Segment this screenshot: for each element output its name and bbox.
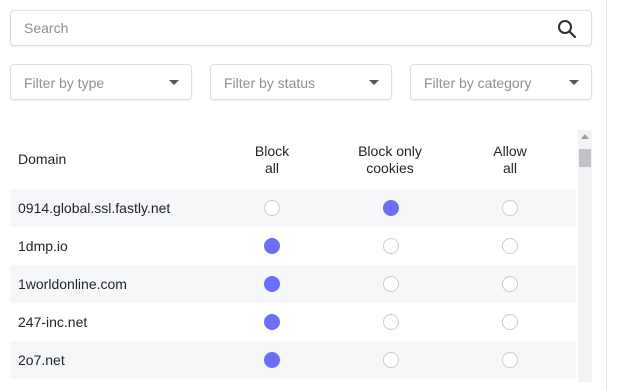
filter-category-label: Filter by category (424, 75, 532, 91)
radio-allow-all[interactable] (502, 314, 518, 330)
radio-block-cookies[interactable] (383, 314, 399, 330)
search-icon[interactable] (557, 19, 577, 39)
radio-block-all[interactable] (264, 352, 280, 368)
domain-name: 247-inc.net (18, 314, 88, 330)
search-box[interactable] (10, 10, 592, 46)
table-row: 1dmp.io (10, 227, 576, 265)
header-allow-all-line1: Allow (493, 143, 527, 159)
header-block-all: Block all (236, 143, 308, 177)
filter-type-select[interactable]: Filter by type (10, 64, 192, 100)
header-allow-all: Allow all (474, 143, 546, 177)
domain-name: 0914.global.ssl.fastly.net (18, 200, 171, 216)
filter-type-label: Filter by type (24, 75, 105, 91)
chevron-down-icon (569, 80, 579, 85)
domain-name: 1worldonline.com (18, 276, 127, 292)
header-block-cookies-line2: cookies (366, 160, 414, 176)
filter-status-select[interactable]: Filter by status (210, 64, 392, 100)
radio-block-all[interactable] (264, 238, 280, 254)
radio-block-all[interactable] (264, 314, 280, 330)
radio-allow-all[interactable] (502, 200, 518, 216)
chevron-down-icon (169, 80, 179, 85)
table-row: 1worldonline.com (10, 265, 576, 303)
header-block-all-line2: all (264, 160, 279, 176)
scrollbar-thumb[interactable] (579, 149, 591, 167)
header-block-all-line1: Block (254, 143, 290, 159)
header-allow-all-line2: all (502, 160, 517, 176)
radio-allow-all[interactable] (502, 276, 518, 292)
panel-divider (606, 0, 607, 390)
chevron-down-icon (369, 80, 379, 85)
radio-block-cookies[interactable] (383, 238, 399, 254)
table-row: 247-inc.net (10, 303, 576, 341)
radio-block-cookies[interactable] (383, 352, 399, 368)
domain-name: 1dmp.io (18, 238, 68, 254)
radio-allow-all[interactable] (502, 352, 518, 368)
scroll-up-arrow-icon[interactable] (581, 134, 589, 139)
header-domain: Domain (18, 151, 67, 167)
radio-block-cookies[interactable] (383, 200, 399, 216)
table-row: 0914.global.ssl.fastly.net (10, 189, 576, 227)
header-block-cookies-line1: Block only (358, 143, 422, 159)
radio-allow-all[interactable] (502, 238, 518, 254)
radio-block-all[interactable] (264, 276, 280, 292)
domain-name: 2o7.net (18, 352, 65, 368)
radio-block-cookies[interactable] (383, 276, 399, 292)
search-input[interactable] (11, 11, 564, 45)
filter-category-select[interactable]: Filter by category (410, 64, 592, 100)
scrollbar-track[interactable] (578, 130, 592, 382)
filter-status-label: Filter by status (224, 75, 316, 91)
table-row: 2o7.net (10, 341, 576, 379)
radio-block-all[interactable] (264, 200, 280, 216)
header-block-cookies: Block only cookies (345, 143, 435, 177)
